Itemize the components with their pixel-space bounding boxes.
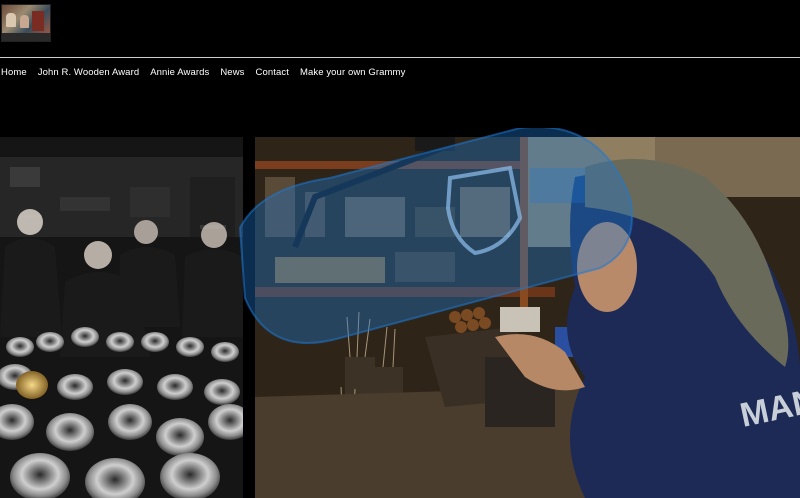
- photo-craftsman-workbench-art: MAN: [255, 137, 800, 498]
- main-nav: Home John R. Wooden Award Annie Awards N…: [1, 67, 416, 78]
- photo-craftsman-workbench: MAN: [255, 137, 800, 498]
- nav-contact[interactable]: Contact: [256, 67, 289, 78]
- nav-home[interactable]: Home: [1, 67, 27, 78]
- nav-annie-awards[interactable]: Annie Awards: [150, 67, 209, 78]
- nav-make-your-own-grammy[interactable]: Make your own Grammy: [300, 67, 405, 78]
- photo-craftsmen-trophies-art: [0, 137, 243, 498]
- nav-news[interactable]: News: [220, 67, 244, 78]
- site-logo[interactable]: [1, 4, 51, 42]
- photo-craftsmen-trophies: [0, 137, 243, 498]
- page: Home John R. Wooden Award Annie Awards N…: [0, 0, 800, 498]
- nav-john-r-wooden-award[interactable]: John R. Wooden Award: [38, 67, 139, 78]
- header-divider: [0, 57, 800, 58]
